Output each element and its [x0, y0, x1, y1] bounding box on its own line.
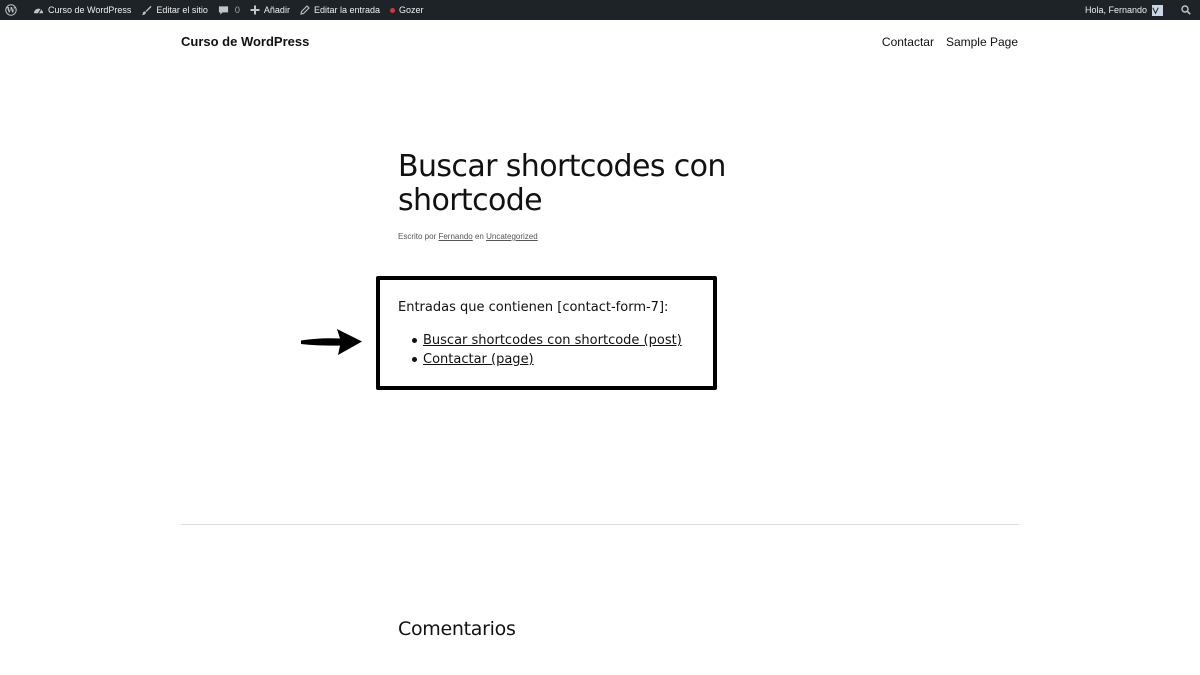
post-meta-in: en: [474, 232, 484, 241]
bullet-icon: [412, 338, 417, 343]
brush-icon: [142, 5, 152, 15]
post-meta: Escrito por Fernando en Uncategorized: [398, 232, 538, 241]
pencil-icon: [300, 5, 310, 15]
separator: [181, 524, 1019, 525]
edit-post-button[interactable]: Editar la entrada: [295, 0, 385, 20]
add-new-label: Añadir: [263, 5, 290, 15]
comments-title: Comentarios: [398, 618, 516, 640]
arrow-annotation-icon: [301, 329, 362, 355]
post-title-line-2: shortcode: [398, 183, 543, 218]
avatar: [1152, 4, 1163, 16]
list-item: Contactar (page): [412, 350, 682, 369]
dashboard-icon: [33, 8, 44, 14]
admin-bar-left: W Curso de WordPress Editar el sitio 0 A…: [0, 0, 429, 20]
search-icon: [1181, 5, 1191, 15]
gozer-plugin-button[interactable]: Gozer: [385, 0, 429, 20]
primary-navigation: Contactar Sample Page: [882, 35, 1018, 49]
svg-text:W: W: [6, 6, 16, 15]
post-title: Buscar shortcodes con shortcode: [398, 150, 758, 218]
edit-site-button[interactable]: Editar el sitio: [136, 0, 213, 20]
post-category-link[interactable]: Uncategorized: [486, 232, 538, 241]
status-dot-icon: [389, 7, 395, 13]
admin-bar-right: Hola, Fernando: [1080, 0, 1200, 20]
post-meta-prefix: Escrito por: [398, 232, 437, 241]
site-name-menu[interactable]: Curso de WordPress: [28, 0, 136, 20]
result-link-page[interactable]: Contactar (page): [423, 352, 534, 367]
edit-site-label: Editar el sitio: [156, 5, 208, 15]
add-new-button[interactable]: Añadir: [245, 0, 295, 20]
result-link-post[interactable]: Buscar shortcodes con shortcode (post): [423, 333, 682, 348]
post-author-link[interactable]: Fernando: [438, 232, 472, 241]
shortcode-results-heading: Entradas que contienen [contact-form-7]:: [398, 300, 669, 315]
wordpress-logo-button[interactable]: W: [0, 0, 28, 20]
list-item: Buscar shortcodes con shortcode (post): [412, 331, 682, 350]
edit-post-label: Editar la entrada: [313, 5, 380, 15]
nav-item-sample-page[interactable]: Sample Page: [946, 35, 1018, 49]
nav-item-contactar[interactable]: Contactar: [882, 35, 934, 49]
account-menu[interactable]: Hola, Fernando: [1080, 0, 1176, 20]
site-name-label: Curso de WordPress: [48, 5, 132, 15]
avatar-icon: [1152, 7, 1159, 14]
comments-count: 0: [234, 5, 240, 15]
shortcode-results-list: Buscar shortcodes con shortcode (post) C…: [412, 331, 682, 369]
site-title-link[interactable]: Curso de WordPress: [181, 34, 309, 49]
greeting-label: Hola, Fernando: [1084, 5, 1147, 15]
bullet-icon: [412, 357, 417, 362]
post-title-line-1: Buscar shortcodes con: [398, 149, 726, 184]
plus-icon: [250, 5, 260, 15]
gozer-label: Gozer: [398, 5, 424, 15]
comment-bubble-icon: [218, 5, 228, 15]
wordpress-logo-icon: W: [5, 4, 17, 16]
search-button[interactable]: [1176, 0, 1200, 20]
comments-button[interactable]: 0: [213, 0, 245, 20]
admin-bar: W Curso de WordPress Editar el sitio 0 A…: [0, 0, 1200, 20]
